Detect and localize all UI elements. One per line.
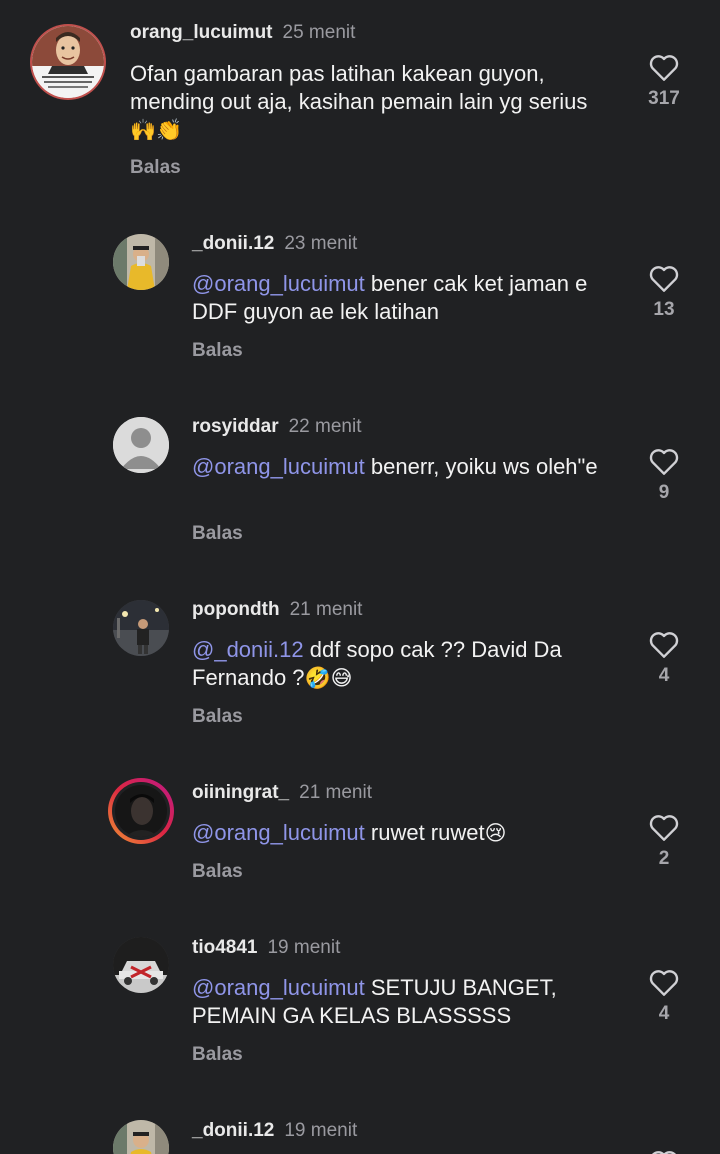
comment-mention[interactable]: @orang_lucuimut: [192, 820, 365, 845]
reply-button[interactable]: Balas: [192, 706, 243, 728]
car-icon: [113, 937, 169, 993]
mr-bean-quote-icon: [32, 26, 104, 98]
comment-emoji: 😢: [484, 821, 507, 845]
heart-icon: [649, 55, 679, 81]
default-person-icon: [113, 417, 169, 473]
comment-time: 19 menit: [267, 937, 341, 958]
like-count: 317: [648, 88, 680, 109]
comment-emoji: 🙌👏: [130, 118, 183, 142]
like-button[interactable]: 9: [632, 446, 696, 504]
mirror-selfie-icon: [113, 234, 169, 290]
reply-button[interactable]: Balas: [192, 861, 243, 883]
like-button[interactable]: 4: [632, 629, 696, 687]
comments-list: orang_lucuimut 25 menit Ofan gambaran pas…: [0, 0, 720, 1154]
comment-body: ruwet ruwet: [364, 820, 485, 845]
like-button[interactable]: 4: [632, 967, 696, 1025]
comment-username[interactable]: orang_lucuimut: [130, 22, 273, 43]
heart-icon: [649, 266, 679, 292]
comment-text: Ofan gambaran pas latihan kakean guyon, …: [130, 60, 590, 144]
reply-button[interactable]: Balas: [130, 157, 181, 179]
like-count: 9: [658, 482, 670, 503]
like-button[interactable]: [632, 1148, 696, 1154]
comment-time: 21 menit: [289, 599, 363, 620]
avatar[interactable]: [113, 600, 169, 656]
comment-username[interactable]: popondth: [192, 599, 280, 620]
comment-time: 19 menit: [284, 1120, 358, 1141]
mirror-selfie-icon: [113, 1120, 169, 1154]
like-count: 4: [658, 665, 670, 686]
avatar[interactable]: [113, 1120, 169, 1154]
story-ring[interactable]: [108, 778, 174, 844]
like-count: 4: [658, 1003, 670, 1024]
like-button[interactable]: 13: [632, 263, 696, 321]
comment-text: @_donii.12 ddf sopo cak ?? David Da Fern…: [192, 636, 612, 692]
comment-username[interactable]: _donii.12: [192, 1120, 274, 1141]
comment-text: @orang_lucuimut bener cak ket jaman e DD…: [192, 270, 612, 326]
night-street-icon: [113, 600, 169, 656]
comment-mention[interactable]: @orang_lucuimut: [192, 271, 365, 296]
comment-mention[interactable]: @_donii.12: [192, 637, 304, 662]
comment-text: @orang_lucuimut SETUJU BANGET, PEMAIN GA…: [192, 974, 612, 1030]
comment-body: benerr, yoiku ws oleh"e: [364, 454, 598, 479]
comment-username[interactable]: tio4841: [192, 937, 257, 958]
comment-username[interactable]: _donii.12: [192, 233, 274, 254]
reply-button[interactable]: Balas: [192, 523, 243, 545]
comment-time: 23 menit: [284, 233, 358, 254]
heart-icon: [649, 970, 679, 996]
avatar[interactable]: [113, 234, 169, 290]
avatar[interactable]: [113, 937, 169, 993]
comment-body: Ofan gambaran pas latihan kakean guyon, …: [130, 61, 588, 114]
reply-button[interactable]: Balas: [192, 1044, 243, 1066]
heart-icon: [649, 449, 679, 475]
comment-text: @orang_lucuimut ruwet ruwet😢: [192, 819, 612, 847]
avatar[interactable]: [113, 417, 169, 473]
comment-time: 21 menit: [299, 782, 372, 803]
comment-mention[interactable]: @orang_lucuimut: [192, 975, 365, 1000]
comment-time: 25 menit: [282, 22, 356, 43]
like-count: 2: [658, 848, 670, 869]
comment-text: @orang_lucuimut benerr, yoiku ws oleh"e: [192, 453, 612, 481]
comment-time: 22 menit: [288, 416, 362, 437]
comment-mention[interactable]: @orang_lucuimut: [192, 454, 365, 479]
heart-icon: [649, 632, 679, 658]
comment-emoji: 🤣😅: [304, 666, 353, 690]
heart-icon: [649, 815, 679, 841]
dark-portrait-icon: [115, 785, 167, 837]
avatar: [112, 782, 170, 840]
comment-username[interactable]: oiiningrat_: [192, 782, 289, 803]
avatar[interactable]: [32, 26, 104, 98]
reply-button[interactable]: Balas: [192, 340, 243, 362]
comment-username[interactable]: rosyiddar: [192, 416, 279, 437]
like-count: 13: [653, 299, 675, 320]
like-button[interactable]: 2: [632, 812, 696, 870]
like-button[interactable]: 317: [632, 52, 696, 110]
heart-icon: [652, 1151, 676, 1154]
